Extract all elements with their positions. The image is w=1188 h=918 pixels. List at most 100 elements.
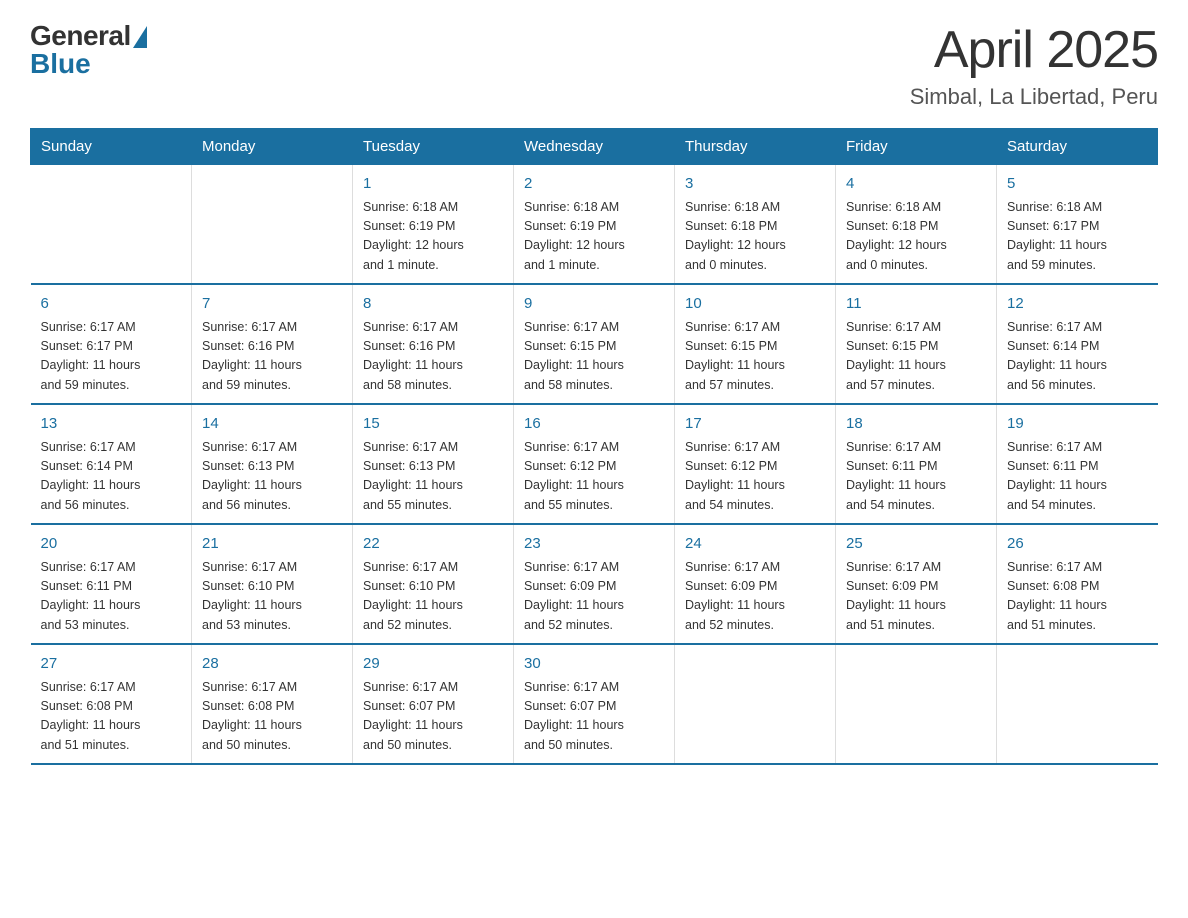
calendar-cell: 24Sunrise: 6:17 AM Sunset: 6:09 PM Dayli… — [675, 524, 836, 644]
calendar-title: April 2025 — [910, 20, 1158, 80]
calendar-week-4: 20Sunrise: 6:17 AM Sunset: 6:11 PM Dayli… — [31, 524, 1158, 644]
day-number: 14 — [202, 413, 342, 436]
day-number: 23 — [524, 533, 664, 556]
calendar-header-row: SundayMondayTuesdayWednesdayThursdayFrid… — [31, 129, 1158, 165]
calendar-cell: 7Sunrise: 6:17 AM Sunset: 6:16 PM Daylig… — [192, 284, 353, 404]
day-number: 1 — [363, 173, 503, 196]
day-info: Sunrise: 6:17 AM Sunset: 6:11 PM Dayligh… — [1007, 438, 1148, 516]
header-tuesday: Tuesday — [353, 129, 514, 165]
calendar-cell: 14Sunrise: 6:17 AM Sunset: 6:13 PM Dayli… — [192, 404, 353, 524]
calendar-cell: 1Sunrise: 6:18 AM Sunset: 6:19 PM Daylig… — [353, 165, 514, 285]
day-info: Sunrise: 6:17 AM Sunset: 6:11 PM Dayligh… — [846, 438, 986, 516]
day-number: 11 — [846, 293, 986, 316]
header-saturday: Saturday — [997, 129, 1158, 165]
day-number: 22 — [363, 533, 503, 556]
day-number: 10 — [685, 293, 825, 316]
day-info: Sunrise: 6:17 AM Sunset: 6:09 PM Dayligh… — [685, 558, 825, 636]
day-info: Sunrise: 6:17 AM Sunset: 6:08 PM Dayligh… — [1007, 558, 1148, 636]
calendar-cell — [192, 165, 353, 285]
day-number: 9 — [524, 293, 664, 316]
calendar-cell — [836, 644, 997, 764]
day-info: Sunrise: 6:17 AM Sunset: 6:08 PM Dayligh… — [202, 678, 342, 756]
day-number: 25 — [846, 533, 986, 556]
calendar-cell: 25Sunrise: 6:17 AM Sunset: 6:09 PM Dayli… — [836, 524, 997, 644]
calendar-cell: 6Sunrise: 6:17 AM Sunset: 6:17 PM Daylig… — [31, 284, 192, 404]
calendar-cell: 15Sunrise: 6:17 AM Sunset: 6:13 PM Dayli… — [353, 404, 514, 524]
calendar-table: SundayMondayTuesdayWednesdayThursdayFrid… — [30, 128, 1158, 765]
day-number: 6 — [41, 293, 182, 316]
calendar-cell: 20Sunrise: 6:17 AM Sunset: 6:11 PM Dayli… — [31, 524, 192, 644]
day-number: 28 — [202, 653, 342, 676]
day-number: 21 — [202, 533, 342, 556]
header-monday: Monday — [192, 129, 353, 165]
calendar-cell: 27Sunrise: 6:17 AM Sunset: 6:08 PM Dayli… — [31, 644, 192, 764]
calendar-cell: 2Sunrise: 6:18 AM Sunset: 6:19 PM Daylig… — [514, 165, 675, 285]
calendar-cell: 10Sunrise: 6:17 AM Sunset: 6:15 PM Dayli… — [675, 284, 836, 404]
day-number: 7 — [202, 293, 342, 316]
day-number: 17 — [685, 413, 825, 436]
day-info: Sunrise: 6:17 AM Sunset: 6:10 PM Dayligh… — [363, 558, 503, 636]
day-number: 15 — [363, 413, 503, 436]
day-number: 27 — [41, 653, 182, 676]
day-number: 2 — [524, 173, 664, 196]
day-number: 4 — [846, 173, 986, 196]
calendar-location: Simbal, La Libertad, Peru — [910, 84, 1158, 110]
calendar-week-2: 6Sunrise: 6:17 AM Sunset: 6:17 PM Daylig… — [31, 284, 1158, 404]
calendar-cell: 28Sunrise: 6:17 AM Sunset: 6:08 PM Dayli… — [192, 644, 353, 764]
logo-blue-text: Blue — [30, 48, 91, 80]
calendar-cell: 13Sunrise: 6:17 AM Sunset: 6:14 PM Dayli… — [31, 404, 192, 524]
day-number: 16 — [524, 413, 664, 436]
day-info: Sunrise: 6:17 AM Sunset: 6:12 PM Dayligh… — [524, 438, 664, 516]
day-info: Sunrise: 6:18 AM Sunset: 6:18 PM Dayligh… — [685, 198, 825, 276]
day-info: Sunrise: 6:17 AM Sunset: 6:16 PM Dayligh… — [202, 318, 342, 396]
calendar-cell: 26Sunrise: 6:17 AM Sunset: 6:08 PM Dayli… — [997, 524, 1158, 644]
day-info: Sunrise: 6:17 AM Sunset: 6:09 PM Dayligh… — [846, 558, 986, 636]
calendar-cell: 18Sunrise: 6:17 AM Sunset: 6:11 PM Dayli… — [836, 404, 997, 524]
calendar-week-5: 27Sunrise: 6:17 AM Sunset: 6:08 PM Dayli… — [31, 644, 1158, 764]
title-section: April 2025 Simbal, La Libertad, Peru — [910, 20, 1158, 110]
day-number: 29 — [363, 653, 503, 676]
calendar-week-3: 13Sunrise: 6:17 AM Sunset: 6:14 PM Dayli… — [31, 404, 1158, 524]
day-number: 13 — [41, 413, 182, 436]
header-friday: Friday — [836, 129, 997, 165]
day-number: 30 — [524, 653, 664, 676]
day-info: Sunrise: 6:17 AM Sunset: 6:15 PM Dayligh… — [846, 318, 986, 396]
calendar-cell: 11Sunrise: 6:17 AM Sunset: 6:15 PM Dayli… — [836, 284, 997, 404]
calendar-cell: 16Sunrise: 6:17 AM Sunset: 6:12 PM Dayli… — [514, 404, 675, 524]
calendar-cell: 23Sunrise: 6:17 AM Sunset: 6:09 PM Dayli… — [514, 524, 675, 644]
calendar-cell: 29Sunrise: 6:17 AM Sunset: 6:07 PM Dayli… — [353, 644, 514, 764]
page-header: General Blue April 2025 Simbal, La Liber… — [30, 20, 1158, 110]
logo: General Blue — [30, 20, 147, 80]
day-info: Sunrise: 6:17 AM Sunset: 6:08 PM Dayligh… — [41, 678, 182, 756]
calendar-cell: 17Sunrise: 6:17 AM Sunset: 6:12 PM Dayli… — [675, 404, 836, 524]
calendar-cell: 22Sunrise: 6:17 AM Sunset: 6:10 PM Dayli… — [353, 524, 514, 644]
day-info: Sunrise: 6:18 AM Sunset: 6:19 PM Dayligh… — [524, 198, 664, 276]
calendar-cell: 21Sunrise: 6:17 AM Sunset: 6:10 PM Dayli… — [192, 524, 353, 644]
day-number: 8 — [363, 293, 503, 316]
calendar-cell: 3Sunrise: 6:18 AM Sunset: 6:18 PM Daylig… — [675, 165, 836, 285]
day-info: Sunrise: 6:17 AM Sunset: 6:17 PM Dayligh… — [41, 318, 182, 396]
calendar-cell: 5Sunrise: 6:18 AM Sunset: 6:17 PM Daylig… — [997, 165, 1158, 285]
calendar-cell — [997, 644, 1158, 764]
day-info: Sunrise: 6:17 AM Sunset: 6:09 PM Dayligh… — [524, 558, 664, 636]
day-info: Sunrise: 6:17 AM Sunset: 6:10 PM Dayligh… — [202, 558, 342, 636]
logo-triangle-icon — [133, 26, 147, 48]
day-info: Sunrise: 6:17 AM Sunset: 6:07 PM Dayligh… — [363, 678, 503, 756]
header-sunday: Sunday — [31, 129, 192, 165]
calendar-cell: 9Sunrise: 6:17 AM Sunset: 6:15 PM Daylig… — [514, 284, 675, 404]
day-info: Sunrise: 6:18 AM Sunset: 6:18 PM Dayligh… — [846, 198, 986, 276]
day-number: 3 — [685, 173, 825, 196]
header-thursday: Thursday — [675, 129, 836, 165]
calendar-week-1: 1Sunrise: 6:18 AM Sunset: 6:19 PM Daylig… — [31, 165, 1158, 285]
calendar-cell: 19Sunrise: 6:17 AM Sunset: 6:11 PM Dayli… — [997, 404, 1158, 524]
day-number: 20 — [41, 533, 182, 556]
day-number: 19 — [1007, 413, 1148, 436]
day-info: Sunrise: 6:18 AM Sunset: 6:19 PM Dayligh… — [363, 198, 503, 276]
day-number: 26 — [1007, 533, 1148, 556]
header-wednesday: Wednesday — [514, 129, 675, 165]
day-info: Sunrise: 6:17 AM Sunset: 6:12 PM Dayligh… — [685, 438, 825, 516]
day-info: Sunrise: 6:17 AM Sunset: 6:14 PM Dayligh… — [1007, 318, 1148, 396]
day-info: Sunrise: 6:17 AM Sunset: 6:13 PM Dayligh… — [363, 438, 503, 516]
day-info: Sunrise: 6:17 AM Sunset: 6:11 PM Dayligh… — [41, 558, 182, 636]
day-info: Sunrise: 6:17 AM Sunset: 6:07 PM Dayligh… — [524, 678, 664, 756]
